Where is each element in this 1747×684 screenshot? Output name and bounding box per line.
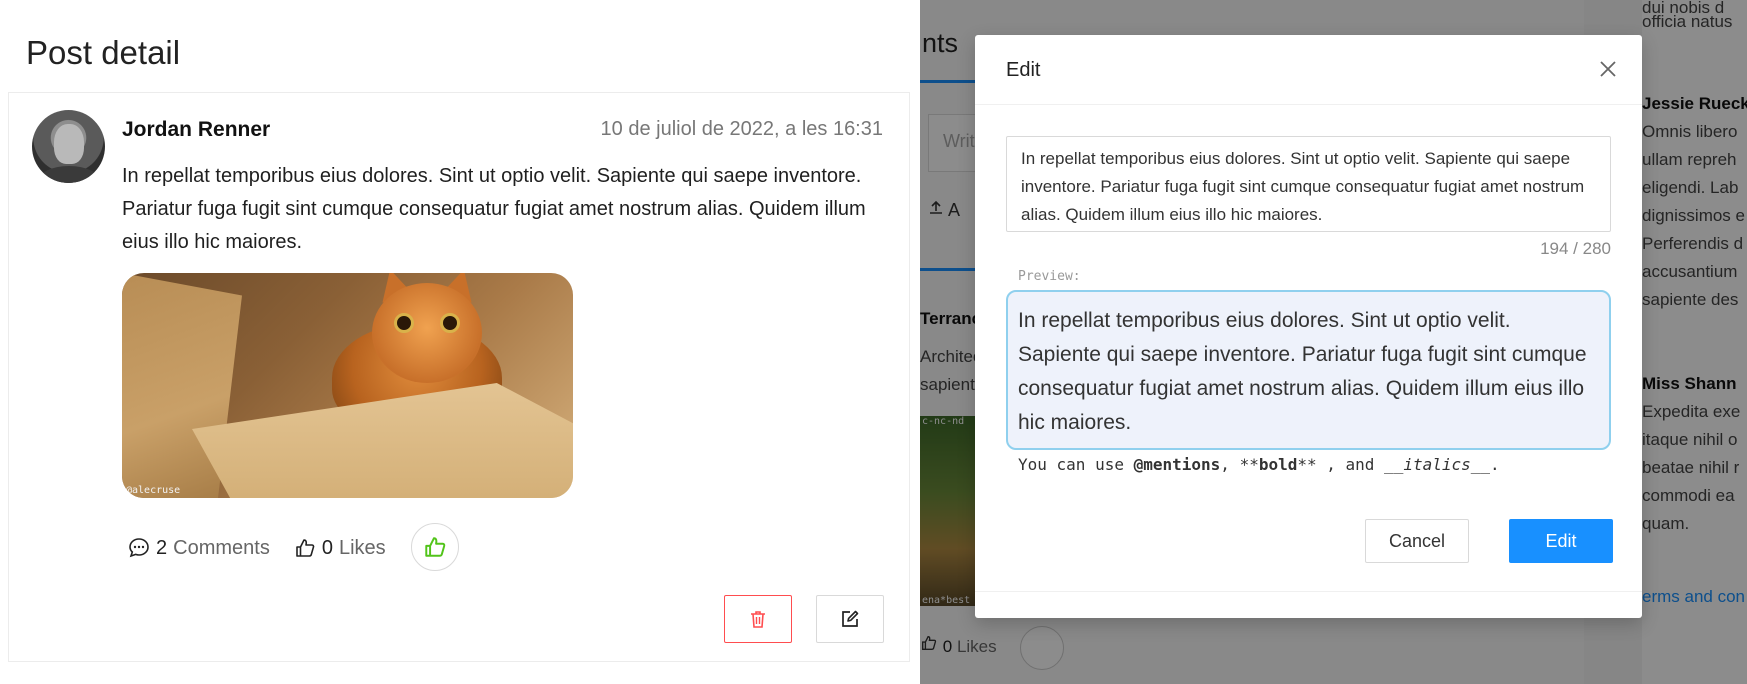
drawer-title: Post detail (26, 34, 181, 71)
comment-icon (129, 538, 149, 558)
submit-edit-button[interactable]: Edit (1509, 519, 1613, 563)
post-body: In repellat temporibus eius dolores. Sin… (122, 165, 866, 253)
comments-link[interactable]: 2 Comments (128, 537, 270, 560)
like-button[interactable] (411, 523, 459, 571)
edit-post-button[interactable] (816, 595, 884, 643)
image-credit: @alecruse (126, 485, 181, 496)
likes-link[interactable]: 0 Likes (294, 537, 386, 560)
modal-title: Edit (1006, 59, 1041, 81)
like-icon (296, 539, 315, 557)
edit-modal: Edit In repellat temporibus eius dolores… (975, 35, 1642, 618)
preview-box: In repellat temporibus eius dolores. Sin… (1006, 290, 1611, 450)
character-count: 194 / 280 (1540, 239, 1611, 258)
delete-post-button[interactable] (724, 595, 792, 643)
likes-label: Likes (338, 536, 386, 559)
avatar[interactable] (32, 110, 105, 183)
comments-count: 2 (156, 536, 168, 559)
edit-icon (842, 610, 859, 627)
comments-label: Comments (173, 536, 270, 559)
delete-icon (751, 611, 765, 628)
modal-header: Edit (975, 35, 1642, 105)
modal-close-button[interactable] (1596, 57, 1620, 81)
post-text-input[interactable]: In repellat temporibus eius dolores. Sin… (1006, 136, 1611, 232)
post-detail-drawer: Post detail Jordan Renner 10 de juliol d… (0, 0, 920, 684)
post-author[interactable]: Jordan Renner (122, 118, 270, 142)
post-timestamp: 10 de juliol de 2022, a les 16:31 (600, 118, 883, 140)
close-icon (1600, 61, 1616, 77)
modal-footer-divider (975, 591, 1642, 592)
post-stats: 2 Comments 0 Likes (128, 530, 410, 566)
cancel-button[interactable]: Cancel (1365, 519, 1469, 563)
formatting-hint: You can use @mentions, **bold** , and __… (1018, 455, 1500, 474)
post-image[interactable]: @alecruse (122, 273, 573, 498)
likes-count: 0 (321, 536, 333, 559)
preview-label: Preview: (1018, 269, 1081, 284)
thumbs-up-icon (425, 537, 446, 557)
